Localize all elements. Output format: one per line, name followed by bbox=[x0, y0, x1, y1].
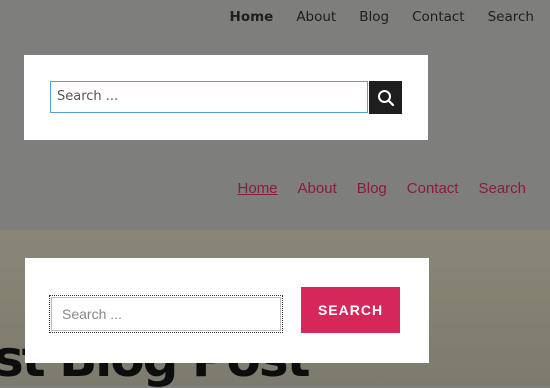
nav-about-link[interactable]: About bbox=[296, 9, 336, 25]
theme2-search-button[interactable]: SEARCH bbox=[301, 287, 400, 333]
search-icon bbox=[377, 89, 394, 106]
nav-search-link[interactable]: Search bbox=[488, 9, 534, 25]
theme1-search-modal: Search ... bbox=[24, 55, 428, 140]
nav2-blog-link[interactable]: Blog bbox=[357, 180, 387, 197]
theme1-search-input[interactable]: Search ... bbox=[50, 81, 368, 113]
nav-blog-link[interactable]: Blog bbox=[359, 9, 389, 25]
nav-home-link[interactable]: Home bbox=[230, 9, 274, 25]
theme2-nav: Home About Blog Contact Search bbox=[238, 180, 526, 197]
theme2-search-input[interactable]: Search ... bbox=[49, 295, 283, 333]
nav2-search-link[interactable]: Search bbox=[478, 180, 526, 197]
theme2-search-modal: Search ... SEARCH bbox=[25, 258, 429, 363]
nav2-about-link[interactable]: About bbox=[298, 180, 337, 197]
nav2-home-link[interactable]: Home bbox=[238, 180, 278, 197]
theme1-search-button[interactable] bbox=[369, 81, 402, 114]
nav-contact-link[interactable]: Contact bbox=[412, 9, 465, 25]
theme1-nav: Home About Blog Contact Search bbox=[230, 9, 534, 25]
nav2-contact-link[interactable]: Contact bbox=[407, 180, 459, 197]
